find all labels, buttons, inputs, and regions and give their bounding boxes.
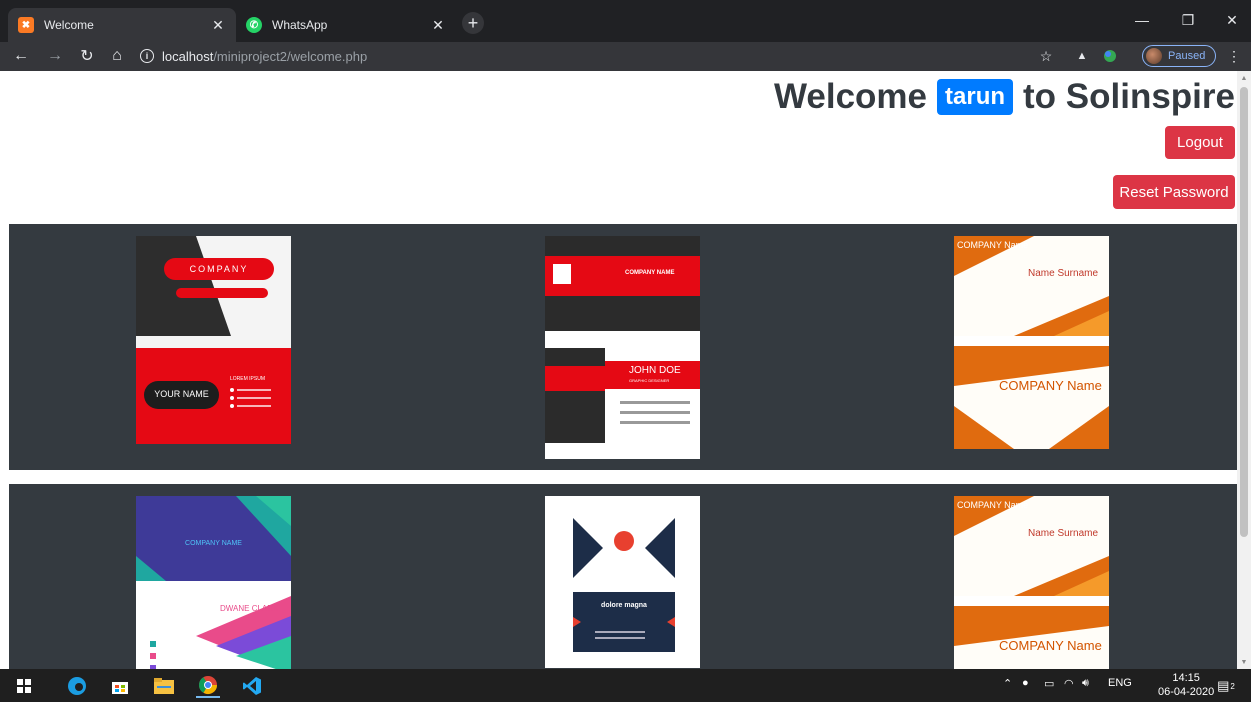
taskbar-clock[interactable]: 14:15 06-04-2020 (1158, 671, 1214, 699)
url-host: localhost (162, 48, 214, 64)
scroll-thumb[interactable] (1240, 87, 1248, 537)
welcome-prefix: Welcome (774, 77, 928, 116)
xampp-icon: ✖ (18, 17, 34, 33)
card-heading: COMPANY NAME (625, 270, 675, 276)
chrome-icon[interactable] (196, 674, 220, 698)
site-info-icon[interactable]: i (140, 49, 154, 63)
reset-password-button[interactable]: Reset Password (1113, 175, 1235, 209)
card-heading: logo (614, 550, 628, 557)
card-heading: COMPANY Name (957, 240, 1029, 250)
address-bar[interactable]: i localhost/miniproject2/welcome.php (140, 44, 1140, 68)
vertical-scrollbar[interactable]: ▲ ▼ (1237, 71, 1251, 669)
home-icon[interactable]: ⌂ (106, 45, 128, 67)
card-name: JOHN DOE (629, 365, 681, 376)
windows-start-icon[interactable] (12, 674, 36, 698)
card-row: COMPANY NAME DWANE CLARK logo dolore mag… (9, 484, 1237, 669)
scroll-down-icon[interactable]: ▼ (1237, 655, 1251, 669)
close-window-icon[interactable]: ✕ (1214, 6, 1250, 34)
close-tab-icon[interactable]: ✕ (430, 17, 446, 33)
notifications-icon[interactable]: ▤ 2 (1214, 674, 1238, 698)
browser-toolbar: ← → ↻ ⌂ i localhost/miniproject2/welcome… (0, 42, 1251, 71)
edge-icon[interactable] (65, 674, 89, 698)
card-name: Name Surname (1028, 528, 1099, 539)
menu-kebab-icon[interactable]: ⋮ (1224, 46, 1244, 66)
browser-tab-bar: ✖ Welcome ✕ ✆ WhatsApp ✕ + — ❐ ✕ (0, 0, 1251, 42)
card-extra: LOREM IPSUM (230, 376, 266, 382)
back-icon[interactable]: ← (10, 45, 32, 67)
logout-button[interactable]: Logout (1165, 126, 1235, 159)
notification-count: 2 (1230, 681, 1235, 691)
business-card-image[interactable]: COMPANY Name Name Surname COMPANY Name (954, 496, 1109, 669)
page-header: Welcome tarun to Solinspire Logout Reset… (0, 71, 1237, 224)
username-badge: tarun (937, 79, 1014, 115)
tab-title: Welcome (44, 18, 94, 32)
extension-icon[interactable] (1100, 46, 1120, 66)
card-name: dolore magna (601, 602, 647, 609)
business-card-image[interactable]: logo dolore magna (545, 496, 700, 668)
card-heading: COMPANY (189, 264, 249, 274)
business-card-image[interactable]: COMPANY NAME DWANE CLARK (136, 496, 291, 669)
card-heading: COMPANY NAME (185, 540, 242, 547)
card-extra: COMPANY Name (999, 378, 1102, 393)
extension-icon[interactable]: ▲ (1072, 46, 1092, 66)
whatsapp-icon: ✆ (246, 17, 262, 33)
welcome-suffix: to Solinspire (1023, 77, 1235, 116)
card-extra: COMPANY Name (999, 638, 1102, 653)
tab-title: WhatsApp (272, 18, 328, 32)
page-title: Welcome tarun to Solinspire (774, 77, 1235, 117)
store-icon[interactable] (108, 674, 132, 698)
tab-whatsapp[interactable]: ✆ WhatsApp ✕ (236, 8, 456, 42)
battery-icon[interactable]: ▭ (1044, 677, 1054, 690)
file-explorer-icon[interactable] (152, 674, 176, 698)
close-tab-icon[interactable]: ✕ (210, 17, 226, 33)
input-language[interactable]: ENG (1108, 677, 1132, 689)
business-card-image[interactable]: COMPANY YOUR NAME LOREM IPSUM (136, 236, 291, 444)
bookmark-star-icon[interactable]: ☆ (1036, 46, 1056, 66)
forward-icon[interactable]: → (44, 45, 66, 67)
business-card-image[interactable]: COMPANY Name Name Surname COMPANY Name (954, 236, 1109, 449)
card-name: DWANE CLARK (220, 604, 279, 613)
scroll-up-icon[interactable]: ▲ (1237, 71, 1251, 85)
profile-button[interactable]: Paused (1142, 45, 1216, 67)
card-name: YOUR NAME (154, 389, 209, 399)
card-extra: GRAPHIC DESIGNER (629, 378, 670, 383)
minimize-icon[interactable]: — (1124, 6, 1160, 34)
volume-icon[interactable]: 🔊︎ (1082, 677, 1089, 690)
restore-icon[interactable]: ❐ (1170, 6, 1206, 34)
profile-status: Paused (1168, 50, 1206, 62)
tab-welcome[interactable]: ✖ Welcome ✕ (8, 8, 236, 42)
business-card-image[interactable]: COMPANY NAME JOHN DOE GRAPHIC DESIGNER (545, 236, 700, 459)
avatar (1146, 48, 1162, 64)
wifi-icon[interactable]: ◠ (1064, 677, 1074, 690)
clock-time: 14:15 (1172, 672, 1200, 684)
page-viewport: Welcome tarun to Solinspire Logout Reset… (0, 71, 1251, 669)
card-name: Name Surname (1028, 268, 1099, 279)
vscode-icon[interactable] (240, 674, 264, 698)
tray-chevron-icon[interactable]: ⌃ (1003, 677, 1012, 690)
new-tab-button[interactable]: + (462, 12, 484, 34)
clock-date: 06-04-2020 (1158, 686, 1215, 698)
card-row: COMPANY YOUR NAME LOREM IPSUM COMPANY NA… (9, 224, 1237, 470)
windows-taskbar: ⌃ ● ▭ ◠ 🔊︎ ENG 14:15 06-04-2020 ▤ 2 (0, 669, 1251, 702)
card-heading: COMPANY Name (957, 500, 1029, 510)
tray-app-icon[interactable]: ● (1022, 677, 1029, 689)
reload-icon[interactable]: ↻ (76, 45, 98, 67)
url-path: /miniproject2/welcome.php (213, 48, 368, 64)
